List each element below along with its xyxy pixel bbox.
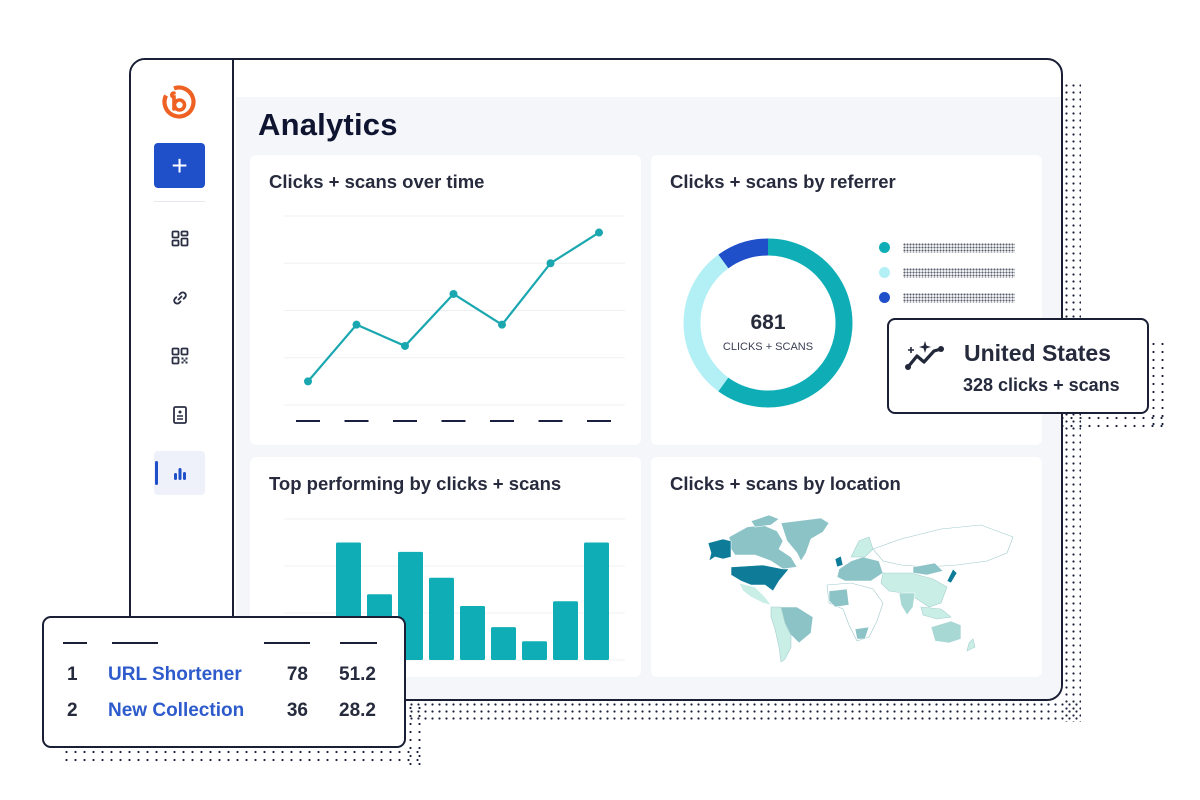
map-europe bbox=[836, 556, 884, 582]
map-canadian-islands bbox=[750, 514, 780, 528]
data-point bbox=[546, 259, 555, 268]
table-row[interactable]: 2 New Collection 36 28.2 bbox=[44, 700, 404, 728]
top-links-table: 1 URL Shortener 78 51.2 2 New Collection… bbox=[42, 616, 406, 748]
donut-total: 681 bbox=[750, 311, 785, 334]
sidebar-divider bbox=[154, 201, 205, 202]
donut-slice bbox=[683, 254, 729, 392]
map-greenland bbox=[780, 517, 830, 562]
page-icon bbox=[172, 406, 187, 424]
row-percent: 51.2 bbox=[339, 664, 376, 685]
card-clicks-by-location: Clicks + scans by location bbox=[651, 457, 1042, 677]
legend-swatch bbox=[879, 292, 890, 303]
data-point bbox=[352, 320, 361, 329]
donut-total-label: CLICKS + SCANS bbox=[723, 341, 813, 353]
qr-code-icon bbox=[171, 347, 188, 365]
table-row[interactable]: 1 URL Shortener 78 51.2 bbox=[44, 664, 404, 692]
legend-label bbox=[903, 292, 1015, 303]
page-title: Analytics bbox=[258, 107, 398, 142]
map-scandinavia bbox=[850, 536, 874, 558]
row-rank: 2 bbox=[67, 700, 78, 721]
legend-item bbox=[879, 260, 1015, 285]
active-indicator bbox=[155, 461, 158, 485]
legend-item bbox=[879, 235, 1015, 260]
map-alaska bbox=[707, 538, 732, 562]
column-header-name bbox=[112, 642, 158, 644]
bar bbox=[584, 542, 609, 660]
row-clicks: 36 bbox=[286, 700, 308, 721]
row-rank: 1 bbox=[67, 664, 78, 685]
bar bbox=[553, 601, 578, 660]
data-point bbox=[401, 341, 409, 350]
sidebar-item-analytics[interactable] bbox=[154, 451, 205, 495]
callout-table-shadow-bottom bbox=[62, 748, 424, 766]
legend-swatch bbox=[879, 267, 890, 278]
map-australia bbox=[930, 620, 962, 644]
column-header-clicks bbox=[264, 642, 310, 644]
map-japan bbox=[946, 568, 958, 584]
row-link-name[interactable]: URL Shortener bbox=[108, 664, 242, 686]
data-point bbox=[304, 377, 312, 386]
row-clicks: 78 bbox=[286, 664, 308, 685]
sidebar: + bbox=[131, 60, 234, 699]
legend-swatch bbox=[879, 242, 890, 253]
create-new-button[interactable]: + bbox=[154, 143, 205, 188]
line-series bbox=[307, 231, 600, 383]
column-header-rank bbox=[63, 642, 87, 644]
legend-label bbox=[903, 267, 1015, 278]
map-united-kingdom bbox=[834, 555, 844, 568]
donut-chart: 681 CLICKS + SCANS bbox=[683, 238, 853, 408]
data-point bbox=[449, 289, 458, 298]
row-link-name[interactable]: New Collection bbox=[108, 700, 244, 722]
bar bbox=[491, 627, 516, 660]
bar bbox=[460, 605, 485, 660]
card-clicks-over-time: Clicks + scans over time bbox=[250, 155, 641, 445]
row-percent: 28.2 bbox=[339, 700, 376, 721]
callout-country: United States bbox=[964, 340, 1111, 366]
map-india bbox=[898, 592, 916, 616]
world-map bbox=[707, 514, 1014, 663]
donut-legend bbox=[879, 235, 1015, 310]
bar-chart-icon bbox=[173, 468, 186, 480]
legend-label bbox=[903, 242, 1015, 253]
donut-slice bbox=[718, 238, 769, 269]
link-icon bbox=[172, 291, 187, 305]
sidebar-item-link-in-bio[interactable] bbox=[154, 393, 205, 437]
bitly-logo-icon[interactable] bbox=[161, 84, 197, 120]
map-mexico bbox=[738, 582, 772, 606]
sidebar-item-qr-codes[interactable] bbox=[154, 334, 205, 378]
sidebar-item-links[interactable] bbox=[154, 276, 205, 320]
frame-shadow-bottom bbox=[408, 701, 1081, 722]
trend-sparkle-icon bbox=[905, 341, 944, 370]
bar bbox=[522, 641, 547, 660]
dashboard-grid-icon bbox=[171, 230, 188, 247]
line-chart bbox=[284, 215, 625, 422]
map-russia bbox=[872, 524, 1014, 568]
data-point bbox=[595, 228, 603, 237]
legend-item bbox=[879, 285, 1015, 310]
card-title: Clicks + scans by referrer bbox=[670, 171, 896, 192]
map-southeast-asia bbox=[920, 606, 952, 620]
location-callout: United States 328 clicks + scans bbox=[887, 318, 1149, 414]
column-header-percent bbox=[340, 642, 377, 644]
data-point bbox=[498, 320, 506, 329]
map-west-africa bbox=[828, 588, 850, 608]
bar bbox=[429, 577, 454, 660]
map-united-states bbox=[730, 564, 790, 592]
map-new-zealand bbox=[966, 638, 976, 652]
sidebar-item-home[interactable] bbox=[154, 217, 205, 261]
callout-clicks: 328 clicks + scans bbox=[963, 375, 1120, 395]
